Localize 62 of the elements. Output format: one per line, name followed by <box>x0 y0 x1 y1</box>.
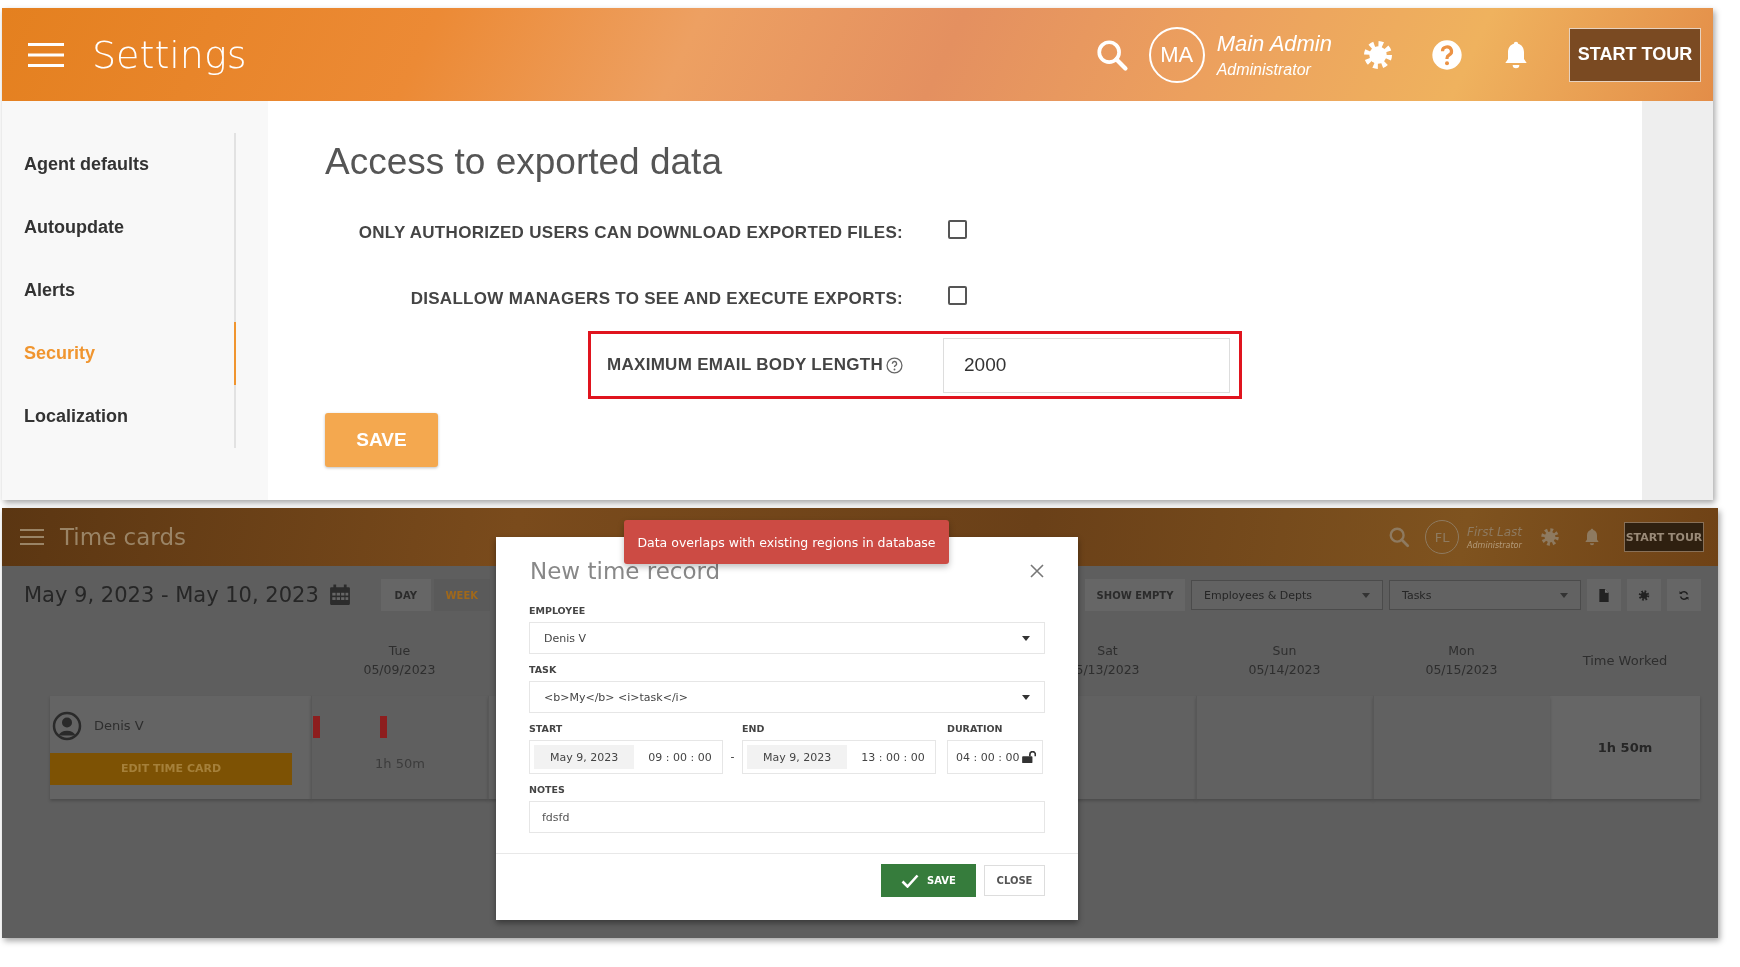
export-button[interactable] <box>1587 579 1621 611</box>
field-label: NOTES <box>529 784 566 797</box>
task-dropdown[interactable]: <b>My</b> <i>task</i> <box>529 681 1045 713</box>
sidebar-item[interactable]: Autoupdate <box>2 196 236 259</box>
start-datetime-field[interactable]: May 9, 2023 09 : 00 : 00 <box>529 740 723 774</box>
number-field[interactable]: 2000 <box>943 337 1230 393</box>
user-icon <box>52 710 82 741</box>
gear-icon <box>1638 588 1650 602</box>
field-label: END <box>742 723 766 736</box>
search-icon[interactable] <box>1094 37 1129 72</box>
user-name: Main Admin <box>1216 30 1332 57</box>
calendar-icon[interactable] <box>328 584 351 606</box>
section-title: Access to exported data <box>325 140 723 184</box>
unlocked-padlock-icon[interactable] <box>1022 751 1036 763</box>
start-tour-button[interactable]: START TOUR <box>1624 522 1704 552</box>
field-label: MAXIMUM EMAIL BODY LENGTH <box>606 355 883 375</box>
sidebar-item[interactable]: Agent defaults <box>2 133 236 196</box>
field-label: ONLY AUTHORIZED USERS CAN DOWNLOAD EXPORTED FILES: <box>358 223 903 243</box>
date-range: May 9, 2023 - May 10, 2023 <box>24 583 319 607</box>
field-label: EMPLOYEE <box>529 605 587 618</box>
close-button[interactable]: CLOSE <box>984 865 1045 896</box>
total-time: 1h 50m <box>1597 740 1653 755</box>
user-role: Administrator <box>1467 540 1522 550</box>
caret-icon <box>1362 592 1370 598</box>
caret-icon <box>1022 635 1030 641</box>
refresh-button[interactable] <box>1667 579 1701 611</box>
end-datetime-field[interactable]: May 9, 2023 13 : 00 : 00 <box>742 740 936 774</box>
save-button[interactable]: SAVE <box>881 864 976 897</box>
menu-icon[interactable] <box>28 41 64 68</box>
field-label: TASK <box>529 664 558 677</box>
page-title: Time cards <box>60 524 186 550</box>
field-label: START <box>529 723 564 736</box>
user-name: First Last <box>1467 524 1522 539</box>
duration-field[interactable]: 04 : 00 : 00 <box>947 740 1043 774</box>
search-icon[interactable] <box>1388 526 1411 548</box>
check-icon <box>901 873 920 888</box>
field-label: DURATION <box>947 723 1004 736</box>
help-icon[interactable] <box>886 356 903 374</box>
checkbox[interactable] <box>948 219 967 239</box>
user-role: Administrator <box>1216 60 1313 79</box>
menu-icon[interactable] <box>20 528 44 546</box>
settings-button[interactable] <box>1627 579 1661 611</box>
refresh-icon <box>1678 588 1690 602</box>
sidebar-item[interactable]: Localization <box>2 385 236 448</box>
caret-icon <box>1022 694 1030 700</box>
settings-icon[interactable] <box>1540 527 1560 547</box>
time-mark <box>380 716 387 738</box>
error-toast: Data overlaps with existing regions in database <box>624 520 949 564</box>
file-icon <box>1598 588 1610 602</box>
field-label: DISALLOW MANAGERS TO SEE AND EXECUTE EXPORTS: <box>410 289 903 309</box>
sidebar-item[interactable]: Alerts <box>2 259 236 322</box>
settings-icon[interactable] <box>1362 38 1394 71</box>
checkbox[interactable] <box>948 285 967 305</box>
help-icon[interactable] <box>1431 38 1463 71</box>
close-icon[interactable] <box>1030 564 1044 578</box>
page-title: Settings <box>92 32 247 77</box>
start-tour-button[interactable]: START TOUR <box>1569 27 1701 82</box>
employee-dropdown[interactable]: Denis V <box>529 622 1045 654</box>
caret-icon <box>1560 592 1568 598</box>
time-mark <box>313 716 320 738</box>
range-separator: - <box>729 749 736 765</box>
notes-field[interactable]: fdsfd <box>529 801 1045 833</box>
